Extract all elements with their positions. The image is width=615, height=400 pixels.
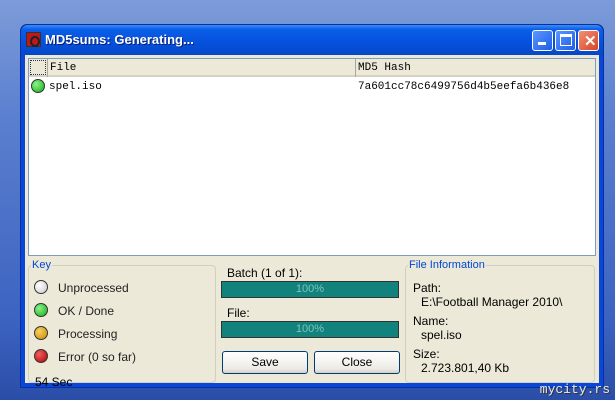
elapsed-time: 54 Sec [35, 375, 73, 389]
app-icon [26, 32, 41, 47]
watermark: mycity.rs [539, 382, 610, 397]
progress-panel: Batch (1 of 1): 100% File: 100% Save Clo… [220, 259, 400, 383]
save-button[interactable]: Save [222, 351, 308, 374]
select-all-column[interactable] [30, 60, 46, 75]
batch-progress-bar: 100% [221, 281, 399, 298]
error-icon [34, 349, 48, 363]
name-value: spel.iso [421, 328, 462, 342]
window-title: MD5sums: Generating... [45, 32, 194, 47]
processing-icon [34, 326, 48, 340]
md5sums-window: MD5sums: Generating... ✕ File MD5 Hash s… [20, 24, 604, 389]
list-header: File MD5 Hash [29, 59, 595, 77]
maximize-button[interactable] [555, 30, 576, 51]
file-list[interactable]: File MD5 Hash spel.iso 7a601cc78c6499756… [28, 58, 596, 256]
md5-hash: 7a601cc78c6499756d4b5eefa6b436e8 [358, 81, 570, 93]
path-label: Path: [413, 281, 442, 295]
key-title: Key [32, 259, 51, 271]
path-value: E:\Football Manager 2010\ [421, 295, 563, 309]
unprocessed-icon [34, 280, 48, 294]
size-value: 2.723.801,40 Kb [421, 361, 510, 375]
title-bar[interactable]: MD5sums: Generating... ✕ [21, 25, 603, 55]
column-file[interactable]: File [47, 59, 355, 77]
file-information-group: File Information Path: E:\Football Manag… [405, 259, 595, 383]
name-label: Name: [413, 314, 449, 328]
ok-icon [34, 303, 48, 317]
minimize-button[interactable] [532, 30, 553, 51]
file-progress-bar: 100% [221, 321, 399, 338]
key-group: Key Unprocessed OK / Done Processing Err… [28, 259, 216, 389]
status-ok-icon [31, 79, 45, 93]
batch-label: Batch (1 of 1): [227, 266, 303, 280]
column-md5-hash[interactable]: MD5 Hash [355, 59, 597, 77]
file-information-title: File Information [409, 259, 485, 271]
client-area: File MD5 Hash spel.iso 7a601cc78c6499756… [25, 55, 599, 389]
close-window-button[interactable]: ✕ [578, 30, 599, 51]
close-button[interactable]: Close [314, 351, 400, 374]
size-label: Size: [413, 347, 440, 361]
list-item[interactable]: spel.iso 7a601cc78c6499756d4b5eefa6b436e… [29, 78, 595, 95]
file-name: spel.iso [49, 81, 102, 93]
file-label: File: [227, 306, 250, 320]
